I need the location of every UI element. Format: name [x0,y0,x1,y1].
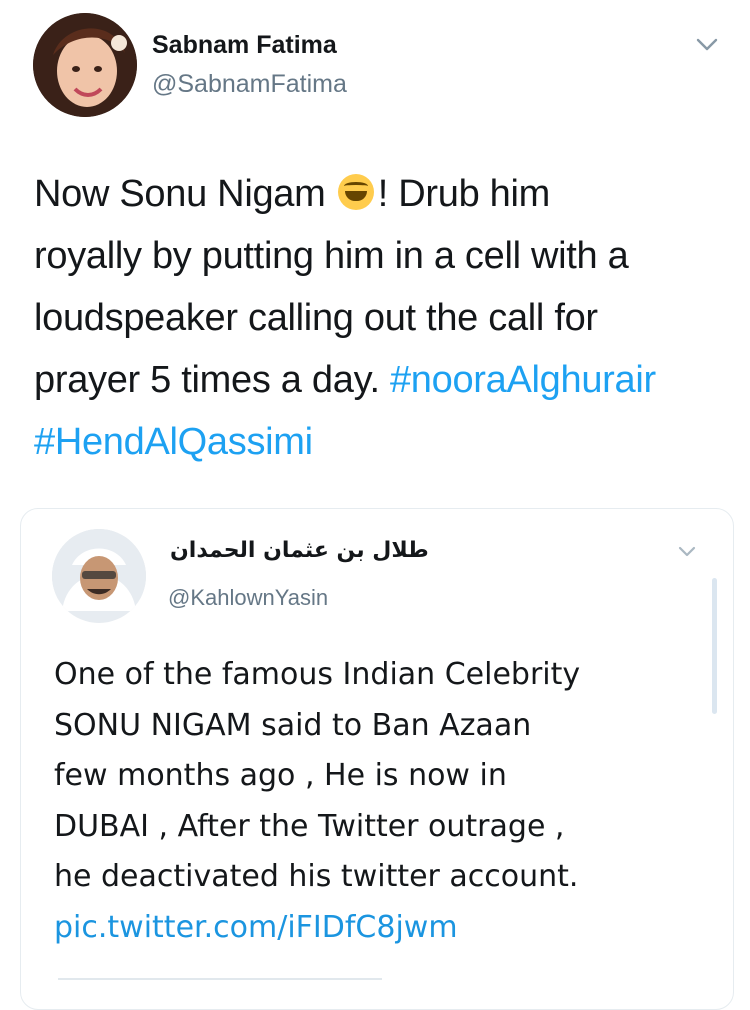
media-link[interactable]: pic.twitter.com/iFIDfC8jwm [54,903,694,954]
scrollbar[interactable] [712,578,717,714]
quoted-tweet-text: One of the famous Indian Celebrity SONU … [54,650,694,953]
tweet-text-line: loudspeaker calling out the call for [34,297,598,339]
hashtag-link[interactable]: #HendAlQassimi [34,411,724,473]
quoted-text-line: One of the famous Indian Celebrity [54,657,581,692]
divider [58,978,382,980]
quoted-author-avatar[interactable] [52,529,146,623]
quoted-author-handle[interactable]: @KahlownYasin [168,585,328,611]
tweet-text: Now Sonu Nigam ! Drub him royally by put… [34,163,724,473]
tweet-text-segment: prayer 5 times a day. [34,359,390,401]
tweet-text-line: prayer 5 times a day. #nooraAlghurair [34,349,724,411]
tweet-text-line: Now Sonu Nigam ! Drub him [34,163,724,225]
rolling-on-the-floor-laughing-emoji [337,174,374,210]
quoted-text-line: SONU NIGAM said to Ban Azaan [54,707,532,743]
quoted-text-line: few months ago , He is now in [54,758,507,793]
tweet-text-segment: Now Sonu Nigam [34,173,336,215]
author-name[interactable]: Sabnam Fatima [152,31,337,60]
tweet: Sabnam Fatima @SabnamFatima Now Sonu Nig… [0,0,750,1010]
quoted-author-name[interactable]: طلال بن عثمان الحمدان [170,538,429,563]
hashtag-link[interactable]: #nooraAlghurair [390,359,656,401]
quoted-text-line: he deactivated his twitter account. [54,859,579,894]
tweet-text-segment: ! Drub him [377,173,551,215]
chevron-down-icon[interactable] [678,546,696,558]
chevron-down-icon[interactable] [696,38,718,52]
author-handle[interactable]: @SabnamFatima [152,70,347,99]
author-avatar[interactable] [33,13,137,117]
quoted-text-line: DUBAI , After the Twitter outrage , [54,808,565,844]
tweet-text-line: royally by putting him in a cell with a [34,235,629,277]
